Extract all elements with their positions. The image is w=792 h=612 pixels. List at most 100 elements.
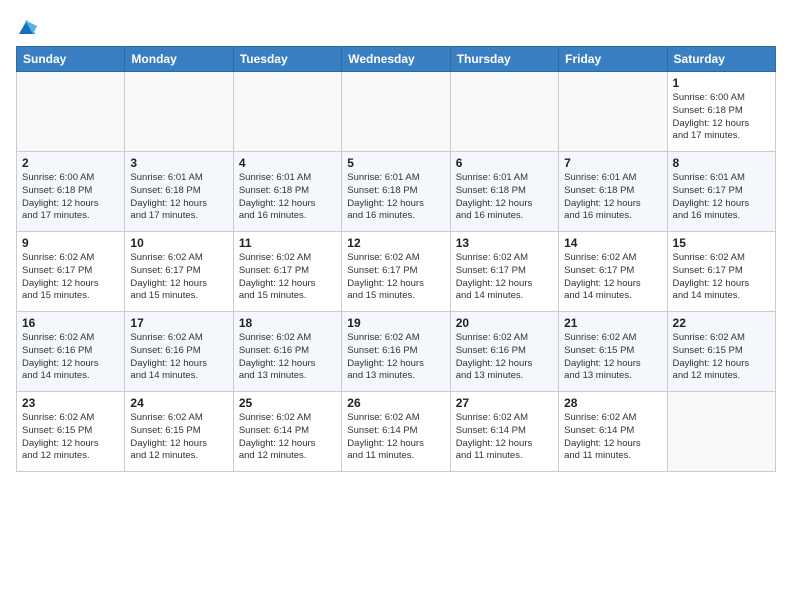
day-number: 2 [22,156,119,170]
week-row-1: 1 Sunrise: 6:00 AMSunset: 6:18 PMDaylight… [17,72,776,152]
calendar-cell: 3 Sunrise: 6:01 AMSunset: 6:18 PMDaylight… [125,152,233,232]
day-number: 15 [673,236,770,250]
day-info: Sunrise: 6:02 AMSunset: 6:17 PMDaylight:… [22,252,119,303]
day-number: 27 [456,396,553,410]
calendar-cell: 6 Sunrise: 6:01 AMSunset: 6:18 PMDaylight… [450,152,558,232]
day-number: 14 [564,236,661,250]
day-number: 20 [456,316,553,330]
logo [16,16,37,34]
calendar-cell: 4 Sunrise: 6:01 AMSunset: 6:18 PMDaylight… [233,152,341,232]
day-info: Sunrise: 6:02 AMSunset: 6:16 PMDaylight:… [456,332,553,383]
day-info: Sunrise: 6:01 AMSunset: 6:17 PMDaylight:… [673,172,770,223]
day-number: 18 [239,316,336,330]
day-info: Sunrise: 6:00 AMSunset: 6:18 PMDaylight:… [22,172,119,223]
calendar-cell: 1 Sunrise: 6:00 AMSunset: 6:18 PMDaylight… [667,72,775,152]
calendar-cell [667,392,775,472]
day-number: 16 [22,316,119,330]
day-info: Sunrise: 6:01 AMSunset: 6:18 PMDaylight:… [347,172,444,223]
week-row-2: 2 Sunrise: 6:00 AMSunset: 6:18 PMDaylight… [17,152,776,232]
calendar-table: SundayMondayTuesdayWednesdayThursdayFrid… [16,46,776,472]
day-number: 21 [564,316,661,330]
header [16,16,776,34]
day-info: Sunrise: 6:02 AMSunset: 6:17 PMDaylight:… [239,252,336,303]
calendar-cell: 18 Sunrise: 6:02 AMSunset: 6:16 PMDayligh… [233,312,341,392]
calendar-cell: 24Sunrise: 6:02 AMSunset: 6:15 PMDayligh… [125,392,233,472]
day-number: 26 [347,396,444,410]
col-header-monday: Monday [125,47,233,72]
calendar-cell: 27 Sunrise: 6:02 AMSunset: 6:14 PMDayligh… [450,392,558,472]
col-header-tuesday: Tuesday [233,47,341,72]
calendar-cell: 9 Sunrise: 6:02 AMSunset: 6:17 PMDaylight… [17,232,125,312]
day-number: 4 [239,156,336,170]
calendar-cell: 19Sunrise: 6:02 AMSunset: 6:16 PMDayligh… [342,312,450,392]
day-number: 19 [347,316,444,330]
col-header-friday: Friday [559,47,667,72]
day-number: 9 [22,236,119,250]
day-info: Sunrise: 6:02 AMSunset: 6:14 PMDaylight:… [564,412,661,463]
day-info: Sunrise: 6:02 AMSunset: 6:14 PMDaylight:… [239,412,336,463]
day-info: Sunrise: 6:02 AMSunset: 6:17 PMDaylight:… [130,252,227,303]
calendar-cell [17,72,125,152]
day-info: Sunrise: 6:02 AMSunset: 6:16 PMDaylight:… [22,332,119,383]
day-info: Sunrise: 6:02 AMSunset: 6:16 PMDaylight:… [130,332,227,383]
day-number: 11 [239,236,336,250]
day-number: 23 [22,396,119,410]
day-number: 17 [130,316,227,330]
calendar-cell [342,72,450,152]
day-info: Sunrise: 6:02 AMSunset: 6:14 PMDaylight:… [456,412,553,463]
day-number: 5 [347,156,444,170]
calendar-cell: 17 Sunrise: 6:02 AMSunset: 6:16 PMDayligh… [125,312,233,392]
calendar-cell: 16 Sunrise: 6:02 AMSunset: 6:16 PMDayligh… [17,312,125,392]
week-row-4: 16 Sunrise: 6:02 AMSunset: 6:16 PMDayligh… [17,312,776,392]
calendar-cell: 11 Sunrise: 6:02 AMSunset: 6:17 PMDayligh… [233,232,341,312]
day-info: Sunrise: 6:02 AMSunset: 6:15 PMDaylight:… [564,332,661,383]
day-info: Sunrise: 6:01 AMSunset: 6:18 PMDaylight:… [456,172,553,223]
day-info: Sunrise: 6:02 AMSunset: 6:17 PMDaylight:… [564,252,661,303]
day-info: Sunrise: 6:02 AMSunset: 6:15 PMDaylight:… [673,332,770,383]
calendar-cell: 23 Sunrise: 6:02 AMSunset: 6:15 PMDayligh… [17,392,125,472]
col-header-thursday: Thursday [450,47,558,72]
calendar-cell [450,72,558,152]
day-number: 24 [130,396,227,410]
calendar-cell: 22 Sunrise: 6:02 AMSunset: 6:15 PMDayligh… [667,312,775,392]
calendar-cell [233,72,341,152]
calendar-cell: 12Sunrise: 6:02 AMSunset: 6:17 PMDayligh… [342,232,450,312]
calendar-cell: 15 Sunrise: 6:02 AMSunset: 6:17 PMDayligh… [667,232,775,312]
day-number: 8 [673,156,770,170]
day-number: 22 [673,316,770,330]
day-number: 7 [564,156,661,170]
day-info: Sunrise: 6:01 AMSunset: 6:18 PMDaylight:… [239,172,336,223]
day-info: Sunrise: 6:02 AMSunset: 6:17 PMDaylight:… [456,252,553,303]
calendar-header-row: SundayMondayTuesdayWednesdayThursdayFrid… [17,47,776,72]
col-header-wednesday: Wednesday [342,47,450,72]
calendar-cell: 13 Sunrise: 6:02 AMSunset: 6:17 PMDayligh… [450,232,558,312]
calendar-cell: 14 Sunrise: 6:02 AMSunset: 6:17 PMDayligh… [559,232,667,312]
calendar-cell: 8 Sunrise: 6:01 AMSunset: 6:17 PMDaylight… [667,152,775,232]
calendar-cell: 26 Sunrise: 6:02 AMSunset: 6:14 PMDayligh… [342,392,450,472]
day-info: Sunrise: 6:02 AMSunset: 6:17 PMDaylight:… [673,252,770,303]
day-number: 10 [130,236,227,250]
calendar-cell: 7 Sunrise: 6:01 AMSunset: 6:18 PMDaylight… [559,152,667,232]
day-number: 6 [456,156,553,170]
day-number: 3 [130,156,227,170]
logo-icon [17,16,37,36]
calendar-cell: 5 Sunrise: 6:01 AMSunset: 6:18 PMDaylight… [342,152,450,232]
day-info: Sunrise: 6:01 AMSunset: 6:18 PMDaylight:… [130,172,227,223]
calendar-cell: 20 Sunrise: 6:02 AMSunset: 6:16 PMDayligh… [450,312,558,392]
col-header-saturday: Saturday [667,47,775,72]
day-info: Sunrise: 6:02 AMSunset: 6:16 PMDaylight:… [239,332,336,383]
calendar-cell: 21 Sunrise: 6:02 AMSunset: 6:15 PMDayligh… [559,312,667,392]
day-info: Sunrise: 6:02 AMSunset: 6:15 PMDaylight:… [22,412,119,463]
week-row-5: 23 Sunrise: 6:02 AMSunset: 6:15 PMDayligh… [17,392,776,472]
day-info: Sunrise: 6:00 AMSunset: 6:18 PMDaylight:… [673,92,770,143]
day-info: Sunrise: 6:01 AMSunset: 6:18 PMDaylight:… [564,172,661,223]
calendar-cell: 2 Sunrise: 6:00 AMSunset: 6:18 PMDaylight… [17,152,125,232]
day-number: 1 [673,76,770,90]
day-info: Sunrise: 6:02 AMSunset: 6:14 PMDaylight:… [347,412,444,463]
calendar-cell: 25Sunrise: 6:02 AMSunset: 6:14 PMDayligh… [233,392,341,472]
calendar-cell [125,72,233,152]
calendar-cell [559,72,667,152]
day-number: 28 [564,396,661,410]
day-number: 13 [456,236,553,250]
col-header-sunday: Sunday [17,47,125,72]
